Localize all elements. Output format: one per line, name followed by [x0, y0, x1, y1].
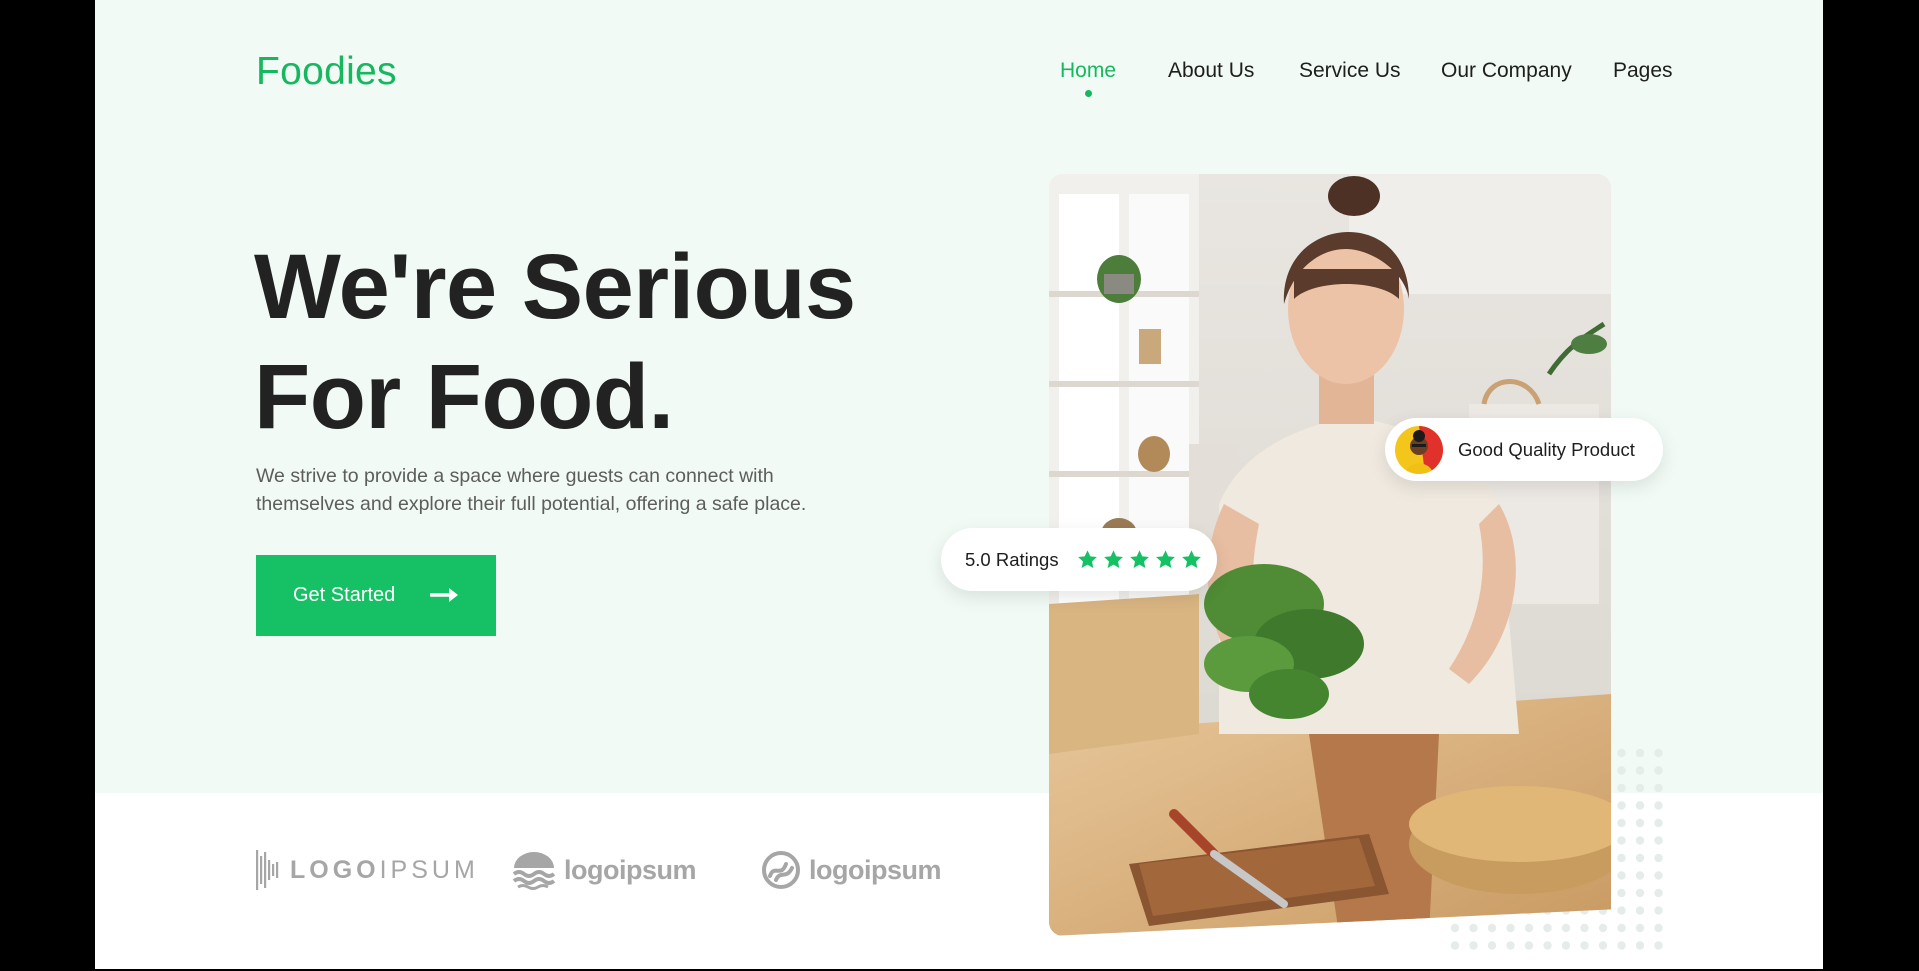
- soundwave-icon: [256, 850, 279, 890]
- star-icon: [1103, 550, 1123, 568]
- partner-logo-3: logoipsum: [761, 840, 942, 900]
- nav-item-about-us[interactable]: About Us: [1168, 59, 1254, 83]
- get-started-button[interactable]: Get Started: [256, 555, 496, 636]
- quality-label: Good Quality Product: [1458, 438, 1635, 460]
- pattern-dot: [1635, 941, 1645, 950]
- star-icon: [1181, 550, 1201, 568]
- star-icon: [1129, 550, 1149, 568]
- pattern-dot: [1617, 871, 1626, 880]
- pattern-dot: [1635, 906, 1645, 915]
- pattern-dot: [1654, 836, 1663, 845]
- pattern-dot: [1654, 888, 1663, 898]
- pattern-dot: [1617, 941, 1626, 950]
- headline-line-2: For Food.: [254, 346, 674, 448]
- pattern-dot: [1450, 923, 1460, 933]
- pattern-dot: [1617, 923, 1626, 933]
- partner-logo-1-text: LOGOIPSUM: [290, 855, 479, 884]
- avatar: [1395, 425, 1443, 474]
- nav-item-label: Home: [1060, 59, 1117, 82]
- hero-subtext: We strive to provide a space where guest…: [256, 462, 896, 518]
- main-nav: Home About Us Service Us Our Company Pag…: [95, 59, 1823, 97]
- pattern-dot: [1617, 888, 1626, 898]
- pattern-dot: [1561, 941, 1571, 950]
- pattern-dot: [1654, 853, 1663, 863]
- pattern-dot: [1617, 853, 1626, 863]
- pattern-dot: [1617, 766, 1626, 775]
- pattern-dot: [1654, 871, 1663, 880]
- nav-item-label: About Us: [1168, 59, 1255, 82]
- pattern-dot: [1487, 941, 1497, 950]
- nav-item-service-us[interactable]: Service Us: [1299, 59, 1401, 83]
- nav-item-home[interactable]: Home: [1060, 59, 1117, 97]
- pattern-dot: [1635, 836, 1645, 845]
- partner-logo-2: logoipsum: [512, 840, 697, 900]
- pattern-dot: [1617, 906, 1626, 915]
- pattern-dot: [1635, 853, 1645, 863]
- get-started-label: Get Started: [293, 584, 396, 606]
- pattern-dot: [1635, 766, 1645, 775]
- pattern-dot: [1580, 941, 1589, 950]
- nav-item-label: Service Us: [1299, 59, 1401, 82]
- pattern-dot: [1654, 801, 1663, 810]
- subtext-line-1: We strive to provide a space where guest…: [256, 465, 774, 487]
- pattern-dot: [1561, 923, 1571, 933]
- pattern-dot: [1469, 941, 1478, 950]
- partner-logo-1: LOGOIPSUM: [256, 840, 479, 900]
- partner-logo-2-text: logoipsum: [564, 854, 697, 885]
- pattern-dot: [1654, 748, 1663, 758]
- pattern-dot: [1654, 818, 1663, 828]
- pattern-dot: [1580, 923, 1589, 933]
- arrow-right-icon: [430, 588, 458, 602]
- pattern-dot: [1635, 888, 1645, 898]
- pattern-dot: [1543, 941, 1552, 950]
- nav-item-label: Pages: [1613, 59, 1673, 82]
- star-icon: [1155, 550, 1175, 568]
- pattern-dot: [1635, 748, 1645, 758]
- quality-badge: Good Quality Product: [1385, 418, 1663, 481]
- pattern-dot: [1524, 941, 1534, 950]
- waves-icon: [512, 852, 556, 890]
- star-icon: [1077, 550, 1097, 568]
- subtext-line-2: themselves and explore their full potent…: [256, 493, 807, 515]
- pattern-dot: [1617, 783, 1626, 793]
- pattern-dot: [1617, 748, 1626, 758]
- pattern-dot: [1635, 923, 1645, 933]
- pattern-dot: [1635, 818, 1645, 828]
- pattern-dot: [1598, 923, 1608, 933]
- pattern-dot: [1635, 801, 1645, 810]
- pattern-dot: [1654, 783, 1663, 793]
- pattern-dot: [1617, 836, 1626, 845]
- pattern-dot: [1543, 923, 1552, 933]
- nav-item-label: Our Company: [1441, 59, 1572, 82]
- pattern-dot: [1506, 941, 1515, 950]
- nav-item-pages[interactable]: Pages: [1613, 59, 1673, 83]
- pattern-dot: [1654, 923, 1663, 933]
- pattern-dot: [1469, 923, 1478, 933]
- pattern-dot: [1617, 801, 1626, 810]
- partner-logo-3-text: logoipsum: [809, 854, 942, 885]
- pattern-dot: [1450, 941, 1460, 950]
- pattern-dot: [1635, 783, 1645, 793]
- hero-headline: We're Serious For Food.: [254, 232, 954, 452]
- pattern-dot: [1598, 941, 1608, 950]
- ratings-badge: 5.0 Ratings: [941, 528, 1217, 591]
- pattern-dot: [1635, 871, 1645, 880]
- pattern-dot: [1487, 923, 1497, 933]
- ratings-label: 5.0 Ratings: [965, 548, 1059, 570]
- headline-line-1: We're Serious: [254, 236, 856, 338]
- pattern-dot: [1524, 923, 1534, 933]
- pattern-dot: [1654, 766, 1663, 775]
- pattern-dot: [1506, 923, 1515, 933]
- pattern-dot: [1654, 906, 1663, 915]
- person-avatar-icon: [1395, 425, 1443, 474]
- swirl-icon: [762, 851, 800, 889]
- active-indicator-dot: [1085, 90, 1093, 97]
- landing-page: Foodies Home About Us Service Us Our Com…: [95, 0, 1823, 969]
- nav-item-our-company[interactable]: Our Company: [1441, 59, 1572, 83]
- pattern-dot: [1617, 818, 1626, 828]
- pattern-dot: [1654, 941, 1663, 950]
- rating-stars: [1077, 549, 1202, 570]
